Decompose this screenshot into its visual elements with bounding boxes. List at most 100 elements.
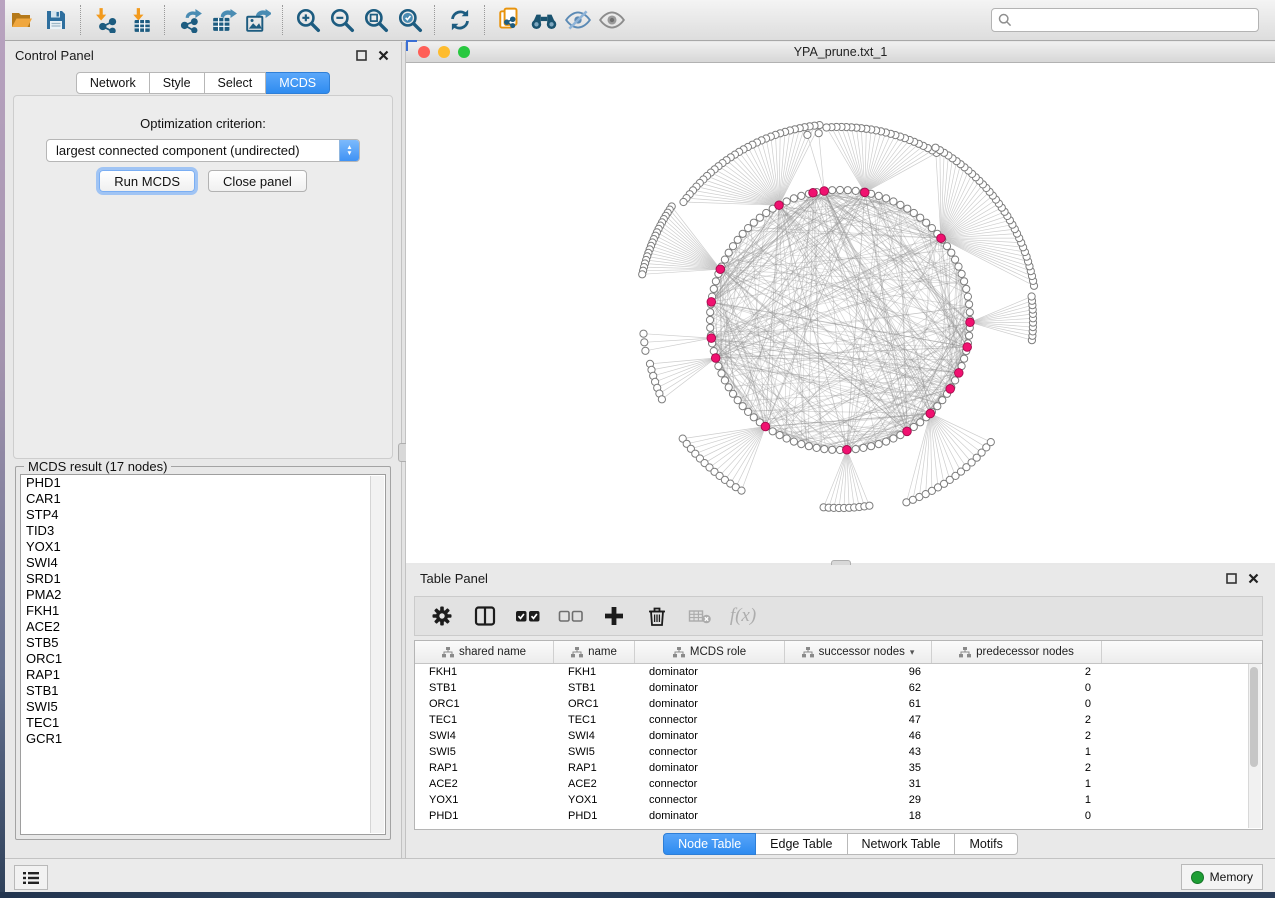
float-panel-icon[interactable]	[353, 47, 369, 63]
network-node[interactable]	[763, 209, 770, 216]
network-node[interactable]	[964, 293, 971, 300]
mcds-result-item[interactable]: FKH1	[21, 603, 385, 619]
mcds-result-item[interactable]: ORC1	[21, 651, 385, 667]
table-row[interactable]: ORC1ORC1dominator610	[415, 696, 1262, 712]
network-node[interactable]	[952, 256, 959, 263]
mcds-result-item[interactable]: STP4	[21, 507, 385, 523]
network-node[interactable]	[890, 198, 897, 205]
column-header-name[interactable]: name	[554, 641, 635, 663]
table-row[interactable]: STB1STB1dominator620	[415, 680, 1262, 696]
network-graph[interactable]	[406, 63, 1275, 563]
network-node[interactable]	[790, 195, 797, 202]
network-node[interactable]	[639, 271, 646, 278]
network-node[interactable]	[883, 438, 890, 445]
network-canvas[interactable]	[406, 63, 1275, 563]
export-image-icon[interactable]	[241, 4, 275, 36]
table-row[interactable]: TEC1TEC1connector472	[415, 712, 1262, 728]
network-node[interactable]	[756, 214, 763, 221]
tab-node-table[interactable]: Node Table	[663, 833, 756, 855]
import-network-icon[interactable]	[89, 4, 123, 36]
network-node[interactable]	[829, 446, 836, 453]
network-node[interactable]	[948, 249, 955, 256]
network-node[interactable]	[739, 230, 746, 237]
network-window-titlebar[interactable]: YPA_prune.txt_1	[406, 42, 1275, 63]
network-node[interactable]	[966, 332, 973, 339]
mcds-result-item[interactable]: ACE2	[21, 619, 385, 635]
mcds-node[interactable]	[946, 385, 955, 394]
network-node[interactable]	[966, 309, 973, 316]
network-node[interactable]	[883, 195, 890, 202]
network-node[interactable]	[955, 263, 962, 270]
network-node[interactable]	[963, 285, 970, 292]
mcds-node[interactable]	[761, 422, 770, 431]
network-node[interactable]	[725, 249, 732, 256]
zoom-selected-icon[interactable]	[393, 4, 427, 36]
column-header-successor-nodes[interactable]: successor nodes▾	[785, 641, 932, 663]
export-table-icon[interactable]	[207, 4, 241, 36]
optimization-criterion-select[interactable]: largest connected component (undirected)…	[46, 139, 360, 162]
save-session-icon[interactable]	[39, 4, 73, 36]
network-node[interactable]	[745, 225, 752, 232]
mcds-node[interactable]	[926, 409, 935, 418]
open-session-icon[interactable]	[5, 4, 39, 36]
network-node[interactable]	[715, 363, 722, 370]
deselect-all-icon[interactable]	[558, 603, 584, 629]
mcds-node[interactable]	[966, 318, 975, 327]
tab-network[interactable]: Network	[76, 72, 150, 94]
mcds-result-item[interactable]: RAP1	[21, 667, 385, 683]
add-column-plus-icon[interactable]	[601, 603, 627, 629]
network-node[interactable]	[844, 187, 851, 194]
network-node[interactable]	[721, 377, 728, 384]
search-box[interactable]	[991, 8, 1259, 32]
hide-panel-eye-icon[interactable]	[561, 4, 595, 36]
search-input[interactable]	[1012, 12, 1252, 28]
table-scrollbar-thumb[interactable]	[1250, 667, 1258, 767]
network-node[interactable]	[680, 198, 687, 205]
mcds-result-item[interactable]: PMA2	[21, 587, 385, 603]
table-row[interactable]: YOX1YOX1connector291	[415, 792, 1262, 808]
close-table-panel-icon[interactable]	[1245, 570, 1261, 586]
network-node[interactable]	[804, 131, 811, 138]
tab-network-table[interactable]: Network Table	[848, 833, 956, 855]
mcds-result-item[interactable]: STB1	[21, 683, 385, 699]
column-header-predecessor-nodes[interactable]: predecessor nodes	[932, 641, 1102, 663]
network-node[interactable]	[734, 236, 741, 243]
network-node[interactable]	[721, 256, 728, 263]
network-node[interactable]	[952, 377, 959, 384]
tab-style[interactable]: Style	[150, 72, 205, 94]
mcds-node[interactable]	[903, 427, 912, 436]
share-network-icon[interactable]	[493, 4, 527, 36]
task-history-button[interactable]	[14, 865, 48, 890]
network-node[interactable]	[961, 278, 968, 285]
node-table[interactable]: shared namenameMCDS rolesuccessor nodes▾…	[414, 640, 1263, 830]
network-node[interactable]	[897, 201, 904, 208]
network-node[interactable]	[917, 419, 924, 426]
network-node[interactable]	[710, 285, 717, 292]
network-node[interactable]	[745, 408, 752, 415]
network-node[interactable]	[641, 339, 648, 346]
table-row[interactable]: SWI4SWI4dominator462	[415, 728, 1262, 744]
network-node[interactable]	[932, 144, 939, 151]
table-scrollbar[interactable]	[1248, 664, 1261, 828]
network-node[interactable]	[790, 438, 797, 445]
network-node[interactable]	[923, 219, 930, 226]
mcds-node[interactable]	[711, 354, 720, 363]
network-node[interactable]	[783, 435, 790, 442]
mcds-node[interactable]	[861, 188, 870, 197]
network-node[interactable]	[836, 186, 843, 193]
tab-select[interactable]: Select	[205, 72, 267, 94]
show-column-panes-icon[interactable]	[472, 603, 498, 629]
column-header-shared-name[interactable]: shared name	[415, 641, 554, 663]
network-node[interactable]	[813, 444, 820, 451]
network-node[interactable]	[769, 428, 776, 435]
tab-mcds[interactable]: MCDS	[266, 72, 330, 94]
network-node[interactable]	[718, 370, 725, 377]
network-node[interactable]	[707, 309, 714, 316]
network-node[interactable]	[739, 403, 746, 410]
network-node[interactable]	[729, 390, 736, 397]
network-node[interactable]	[910, 209, 917, 216]
run-mcds-button[interactable]: Run MCDS	[99, 170, 195, 192]
network-node[interactable]	[642, 347, 649, 354]
network-node[interactable]	[1028, 293, 1035, 300]
network-node[interactable]	[725, 384, 732, 391]
